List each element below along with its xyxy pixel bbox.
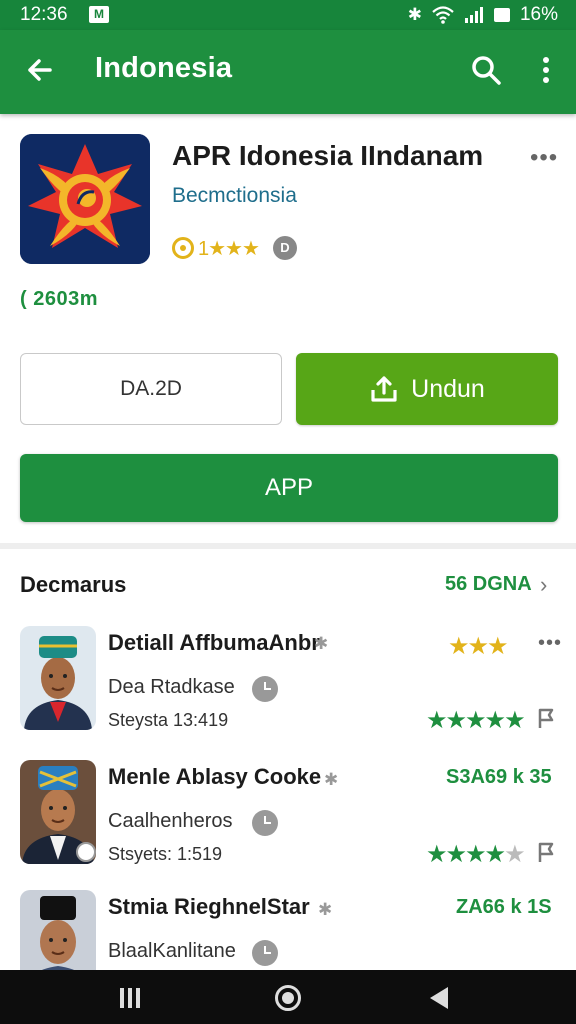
item-name: Detiall AffbumaAnbr <box>108 630 320 655</box>
app-icon <box>20 134 150 264</box>
item-subtitle: BlaalKanlitane <box>108 940 236 962</box>
clock-icon <box>252 676 278 702</box>
bluetooth-icon: ✱ <box>407 5 422 24</box>
more-vert-icon[interactable] <box>532 52 560 88</box>
item-name: Stmia RieghnelStar <box>108 894 310 919</box>
section-divider <box>0 543 576 549</box>
item-subtitle: Caalhenheros <box>108 810 233 832</box>
clock-icon <box>252 940 278 966</box>
app-rating: 1★★★ D <box>172 234 297 262</box>
item-top-stars: ★★★ <box>448 633 509 660</box>
item-name: Menle Ablasy Cooke <box>108 764 322 789</box>
item-subtitle: Dea Rtadkase <box>108 676 235 698</box>
item-rating-stars: ★★★★★ <box>426 707 526 734</box>
sparkle-icon: ✱ <box>318 900 333 919</box>
recent-apps-icon[interactable] <box>118 986 142 1010</box>
item-rating-stars: ★★★★★ <box>426 840 526 869</box>
signal-icon <box>464 7 483 23</box>
system-nav-bar <box>0 970 576 1024</box>
install-button[interactable]: Undun <box>296 353 558 425</box>
battery-icon <box>493 8 510 22</box>
status-icons: ✱ 16% <box>408 4 558 26</box>
chevron-right-icon[interactable]: › <box>540 572 547 598</box>
avatar <box>20 626 96 730</box>
item-rating-filled: ★★★★ <box>426 841 506 868</box>
item-meta: Steysta 13:419 <box>108 710 229 730</box>
sparkle-icon: ✱ <box>324 770 339 789</box>
coin-icon <box>172 237 194 259</box>
install-label: Undun <box>411 374 485 403</box>
mail-icon: M <box>89 6 109 23</box>
list-item[interactable]: Menle Ablasy Cooke ✱ Caalhenheros Stsyet… <box>0 760 576 885</box>
section-more-link[interactable]: 56 DGNA <box>445 573 532 596</box>
price-button[interactable]: DA.2D <box>20 353 282 425</box>
wifi-icon <box>432 6 454 24</box>
home-icon[interactable] <box>275 985 301 1011</box>
item-overflow-icon[interactable]: ••• <box>538 632 562 655</box>
developer-link[interactable]: Becmctionsia <box>172 184 297 208</box>
page-title: Indonesia <box>95 52 233 84</box>
back-arrow-icon[interactable] <box>20 50 60 90</box>
clock-icon <box>252 810 278 836</box>
avatar <box>20 760 96 864</box>
section-title: Decmarus <box>20 572 127 597</box>
app-overflow-icon[interactable]: ••• <box>530 144 558 172</box>
app-bar: Indonesia <box>0 30 576 114</box>
item-meta: Stsyets: 1:519 <box>108 844 223 864</box>
age-rating-badge: D <box>272 236 297 260</box>
download-icon <box>371 376 397 402</box>
list-item[interactable]: Detiall AffbumaAnbr ✱ Dea Rtadkase Steys… <box>0 626 576 751</box>
item-stat: ZA66 k 1S <box>456 896 552 918</box>
sparkle-icon: ✱ <box>314 634 329 653</box>
nav-back-icon[interactable] <box>430 987 448 1009</box>
download-count: ( 2603m <box>20 288 98 310</box>
status-time: 12:36 <box>20 4 68 25</box>
battery-percent: 16% <box>519 4 558 25</box>
rating-stars: 1★★★ <box>198 237 260 260</box>
app-name: APR Idonesia IIndanam <box>172 140 484 171</box>
flag-icon[interactable] <box>536 707 556 729</box>
star-empty-icon: ★ <box>504 841 525 868</box>
search-icon[interactable] <box>468 52 504 88</box>
item-stat: S3A69 k 35 <box>446 766 552 788</box>
flag-icon[interactable] <box>536 841 556 863</box>
app-button[interactable]: APP <box>20 454 558 522</box>
status-bar: 12:36 M ✱ 16% <box>0 0 576 30</box>
